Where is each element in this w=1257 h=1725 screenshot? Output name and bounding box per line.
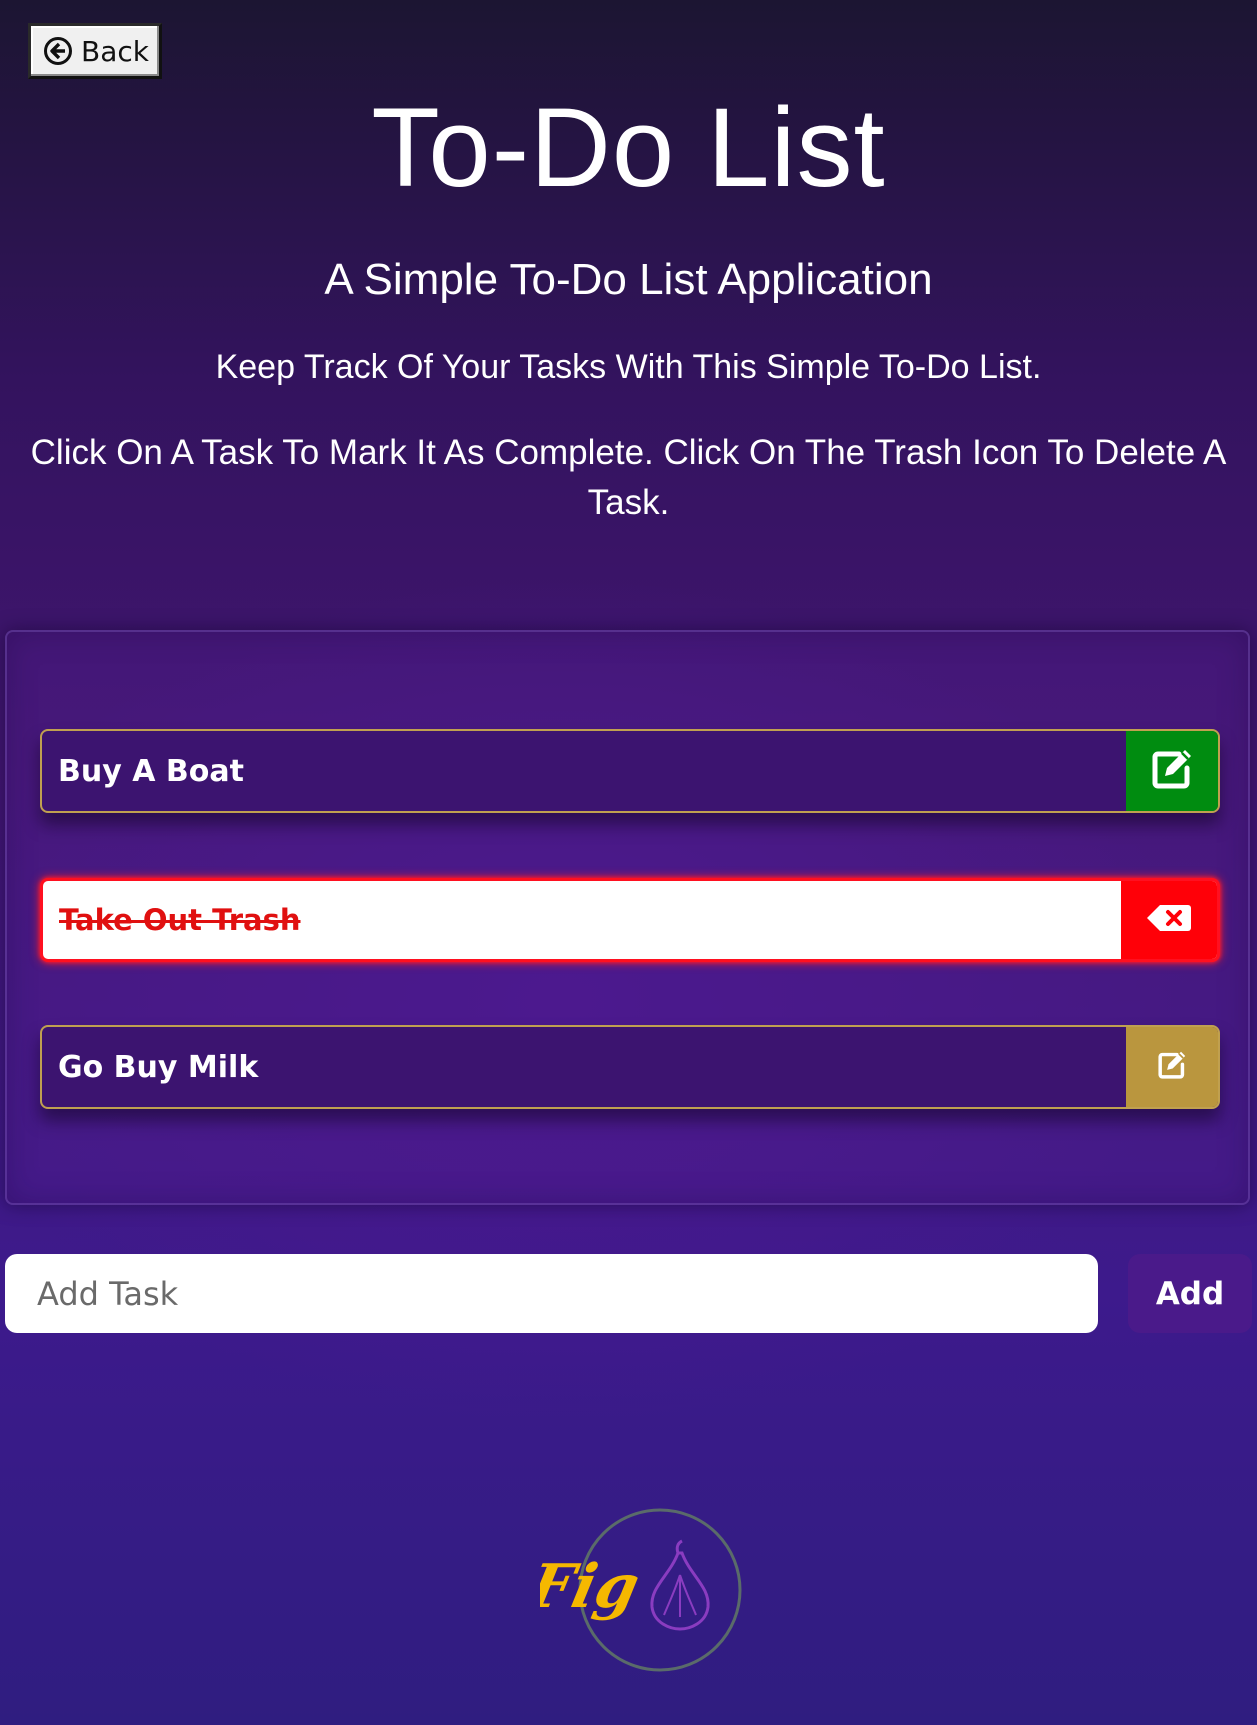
task-label: Buy A Boat [58,753,244,789]
fig-fruit-icon [650,1539,710,1631]
edit-task-button[interactable] [1126,731,1218,811]
task-label: Go Buy Milk [58,1049,259,1085]
back-button-label: Back [81,34,149,68]
task-label: Take Out Trash [59,903,301,937]
task-item[interactable]: Buy A Boat [40,729,1220,813]
back-button[interactable]: Back [28,23,162,79]
page-subtitle: A Simple To-Do List Application [324,255,933,304]
edit-icon [1156,1049,1188,1086]
fig-logo: Fig [521,1505,750,1675]
logo-text: Fig [540,1552,645,1622]
arrow-left-circle-icon [43,36,73,66]
add-task-input[interactable] [5,1254,1098,1333]
page-description: Keep Track Of Your Tasks With This Simpl… [215,348,1042,386]
edit-icon [1149,746,1195,797]
task-item[interactable]: Go Buy Milk [40,1025,1220,1109]
task-item-completed[interactable]: Take Out Trash [40,878,1220,962]
backspace-delete-icon [1146,903,1192,938]
add-task-button[interactable]: Add [1128,1254,1252,1333]
edit-task-button[interactable] [1126,1027,1218,1107]
page-instructions: Click On A Task To Mark It As Complete. … [30,433,1227,522]
task-list-panel: Buy A Boat Take Out Trash Go Buy Milk [5,630,1250,1205]
page-title: To-Do List [371,85,886,210]
delete-task-button[interactable] [1121,881,1217,959]
